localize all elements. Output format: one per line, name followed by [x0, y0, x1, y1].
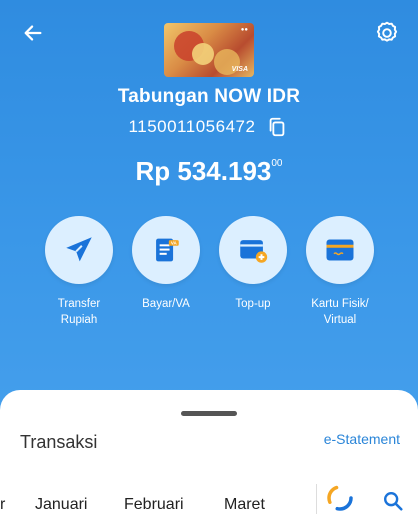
card-brand-mark: ●●: [240, 27, 248, 33]
kartu-button[interactable]: [306, 216, 374, 284]
bayar-va-action[interactable]: VA Bayar/VA: [121, 216, 211, 312]
card-art-shape: [192, 43, 214, 65]
label-line: Rupiah: [60, 314, 98, 326]
e-statement-link[interactable]: e-Statement: [324, 431, 400, 447]
bill-va-icon: VA: [156, 238, 179, 262]
back-button[interactable]: [18, 18, 48, 48]
top-up-label: Top-up: [208, 296, 298, 312]
account-balance: Rp 534.19300: [0, 156, 418, 187]
paper-plane-icon: [66, 237, 92, 262]
top-up-button[interactable]: [219, 216, 287, 284]
divider: [316, 484, 317, 514]
label-line: Bayar/VA: [142, 298, 190, 310]
search-button[interactable]: [378, 486, 408, 516]
account-number-row: 1150011056472: [0, 115, 418, 139]
card-image: ●● VISA: [164, 23, 254, 77]
transfer-label: Transfer Rupiah: [34, 296, 124, 328]
label-line: Kartu Fisik/: [311, 298, 369, 310]
label-line: Transfer: [57, 298, 101, 310]
transfer-button[interactable]: [45, 216, 113, 284]
tab-month[interactable]: r: [0, 496, 5, 514]
transactions-sheet: Transaksi e-Statement r Januari Februari…: [0, 390, 418, 523]
loading-spinner: [318, 480, 362, 516]
gear-icon: [376, 21, 398, 42]
copy-icon: [270, 117, 285, 137]
sheet-title: Transaksi: [20, 432, 98, 452]
tab-month[interactable]: Februari: [124, 496, 184, 514]
account-name: Tabungan NOW IDR: [117, 86, 301, 107]
search-icon: [384, 492, 403, 511]
tab-month[interactable]: Maret: [224, 496, 265, 514]
label-line: Virtual: [323, 314, 357, 326]
balance-amount: Rp 534.193: [135, 156, 272, 186]
label-line: Top-up: [235, 298, 271, 310]
transfer-rupiah-action[interactable]: Transfer Rupiah: [34, 216, 124, 328]
wallet-topup-icon: [240, 240, 268, 263]
kartu-fisik-virtual-action[interactable]: Kartu Fisik/ Virtual: [295, 216, 385, 328]
arrow-left-icon: [24, 25, 42, 41]
kartu-label: Kartu Fisik/ Virtual: [295, 296, 385, 328]
balance-cents: 00: [271, 158, 283, 169]
copy-button[interactable]: [265, 115, 289, 139]
top-up-action[interactable]: Top-up: [208, 216, 298, 312]
drag-handle[interactable]: [181, 411, 237, 416]
spinner-icon: [327, 485, 353, 511]
bayar-va-button[interactable]: VA: [132, 216, 200, 284]
account-number: 1150011056472: [128, 117, 256, 136]
svg-text:VA: VA: [171, 241, 178, 246]
bayar-va-label: Bayar/VA: [121, 296, 211, 312]
credit-card-icon: [326, 239, 354, 261]
month-tabs: r Januari Februari Maret: [0, 496, 310, 520]
visa-logo: VISA: [231, 66, 248, 73]
settings-button[interactable]: [372, 18, 402, 48]
tab-month[interactable]: Januari: [35, 496, 87, 514]
